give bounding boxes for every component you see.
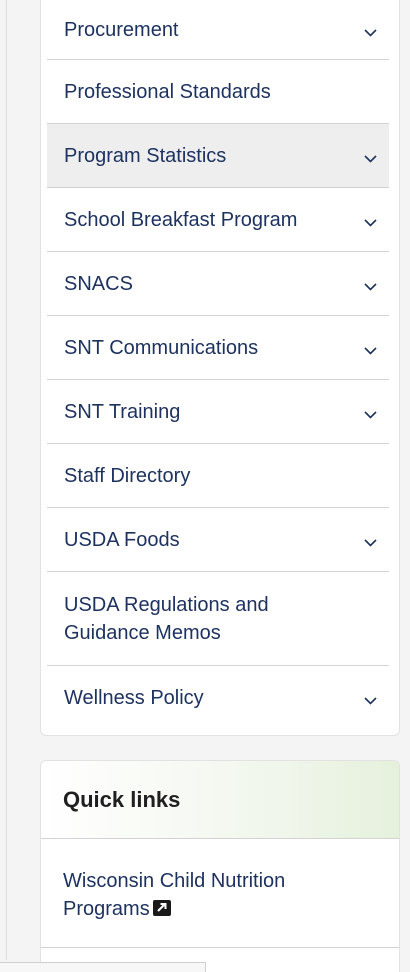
sidebar-item-label: Staff Directory xyxy=(64,464,191,487)
sidebar-item-program-statistics[interactable]: Program Statistics xyxy=(47,124,389,188)
sidebar-item-usda-regulations[interactable]: USDA Regulations and Guidance Memos xyxy=(47,572,389,666)
sidebar-item-staff-directory[interactable]: Staff Directory xyxy=(47,444,389,508)
sidebar-item-label: Professional Standards xyxy=(64,80,271,103)
quick-links-panel: Quick links Wisconsin Child Nutrition Pr… xyxy=(40,760,400,972)
quick-link-wisconsin-child-nutrition[interactable]: Wisconsin Child Nutrition Programs xyxy=(63,870,285,920)
sidebar-item-usda-foods[interactable]: USDA Foods xyxy=(47,508,389,572)
sidebar-item-wellness-policy[interactable]: Wellness Policy xyxy=(47,666,389,730)
quick-links-divider xyxy=(41,947,399,948)
page-edge-line xyxy=(6,0,7,960)
chevron-down-icon[interactable] xyxy=(363,152,377,166)
sidebar-item-procurement[interactable]: Procurement xyxy=(47,0,389,60)
sidebar-item-professional-standards[interactable]: Professional Standards xyxy=(47,60,389,124)
quick-links-header: Quick links xyxy=(41,761,399,839)
bottom-partial-element xyxy=(0,962,206,972)
quick-links-title: Quick links xyxy=(63,786,181,812)
chevron-down-icon[interactable] xyxy=(363,344,377,358)
external-link-icon xyxy=(152,897,172,916)
chevron-down-icon[interactable] xyxy=(363,536,377,550)
sidebar-nav-list: Procurement Professional Standards Progr… xyxy=(41,0,399,730)
sidebar-item-label: SNT Communications xyxy=(64,336,259,359)
sidebar-item-snt-communications[interactable]: SNT Communications xyxy=(47,316,389,380)
sidebar-item-label: SNACS xyxy=(64,272,133,295)
chevron-down-icon[interactable] xyxy=(363,694,377,708)
sidebar-item-label: USDA Regulations and Guidance Memos xyxy=(64,593,269,644)
chevron-down-icon[interactable] xyxy=(363,280,377,294)
sidebar-item-label: Program Statistics xyxy=(64,144,227,167)
chevron-down-icon[interactable] xyxy=(363,408,377,422)
chevron-down-icon[interactable] xyxy=(363,216,377,230)
sidebar-item-label: USDA Foods xyxy=(64,528,180,551)
sidebar-item-snacs[interactable]: SNACS xyxy=(47,252,389,316)
sidebar-item-snt-training[interactable]: SNT Training xyxy=(47,380,389,444)
chevron-down-icon[interactable] xyxy=(363,26,377,40)
sidebar-nav: Procurement Professional Standards Progr… xyxy=(40,0,400,736)
sidebar-item-label: Wellness Policy xyxy=(64,687,204,709)
quick-links-body: Wisconsin Child Nutrition Programs xyxy=(41,839,399,923)
sidebar-item-label: Procurement xyxy=(64,18,179,41)
sidebar-item-school-breakfast-program[interactable]: School Breakfast Program xyxy=(47,188,389,252)
quick-link-label: Wisconsin Child Nutrition Programs xyxy=(63,870,286,920)
sidebar-item-label: School Breakfast Program xyxy=(64,208,298,231)
page: Procurement Professional Standards Progr… xyxy=(0,0,410,972)
sidebar-item-label: SNT Training xyxy=(64,400,181,423)
